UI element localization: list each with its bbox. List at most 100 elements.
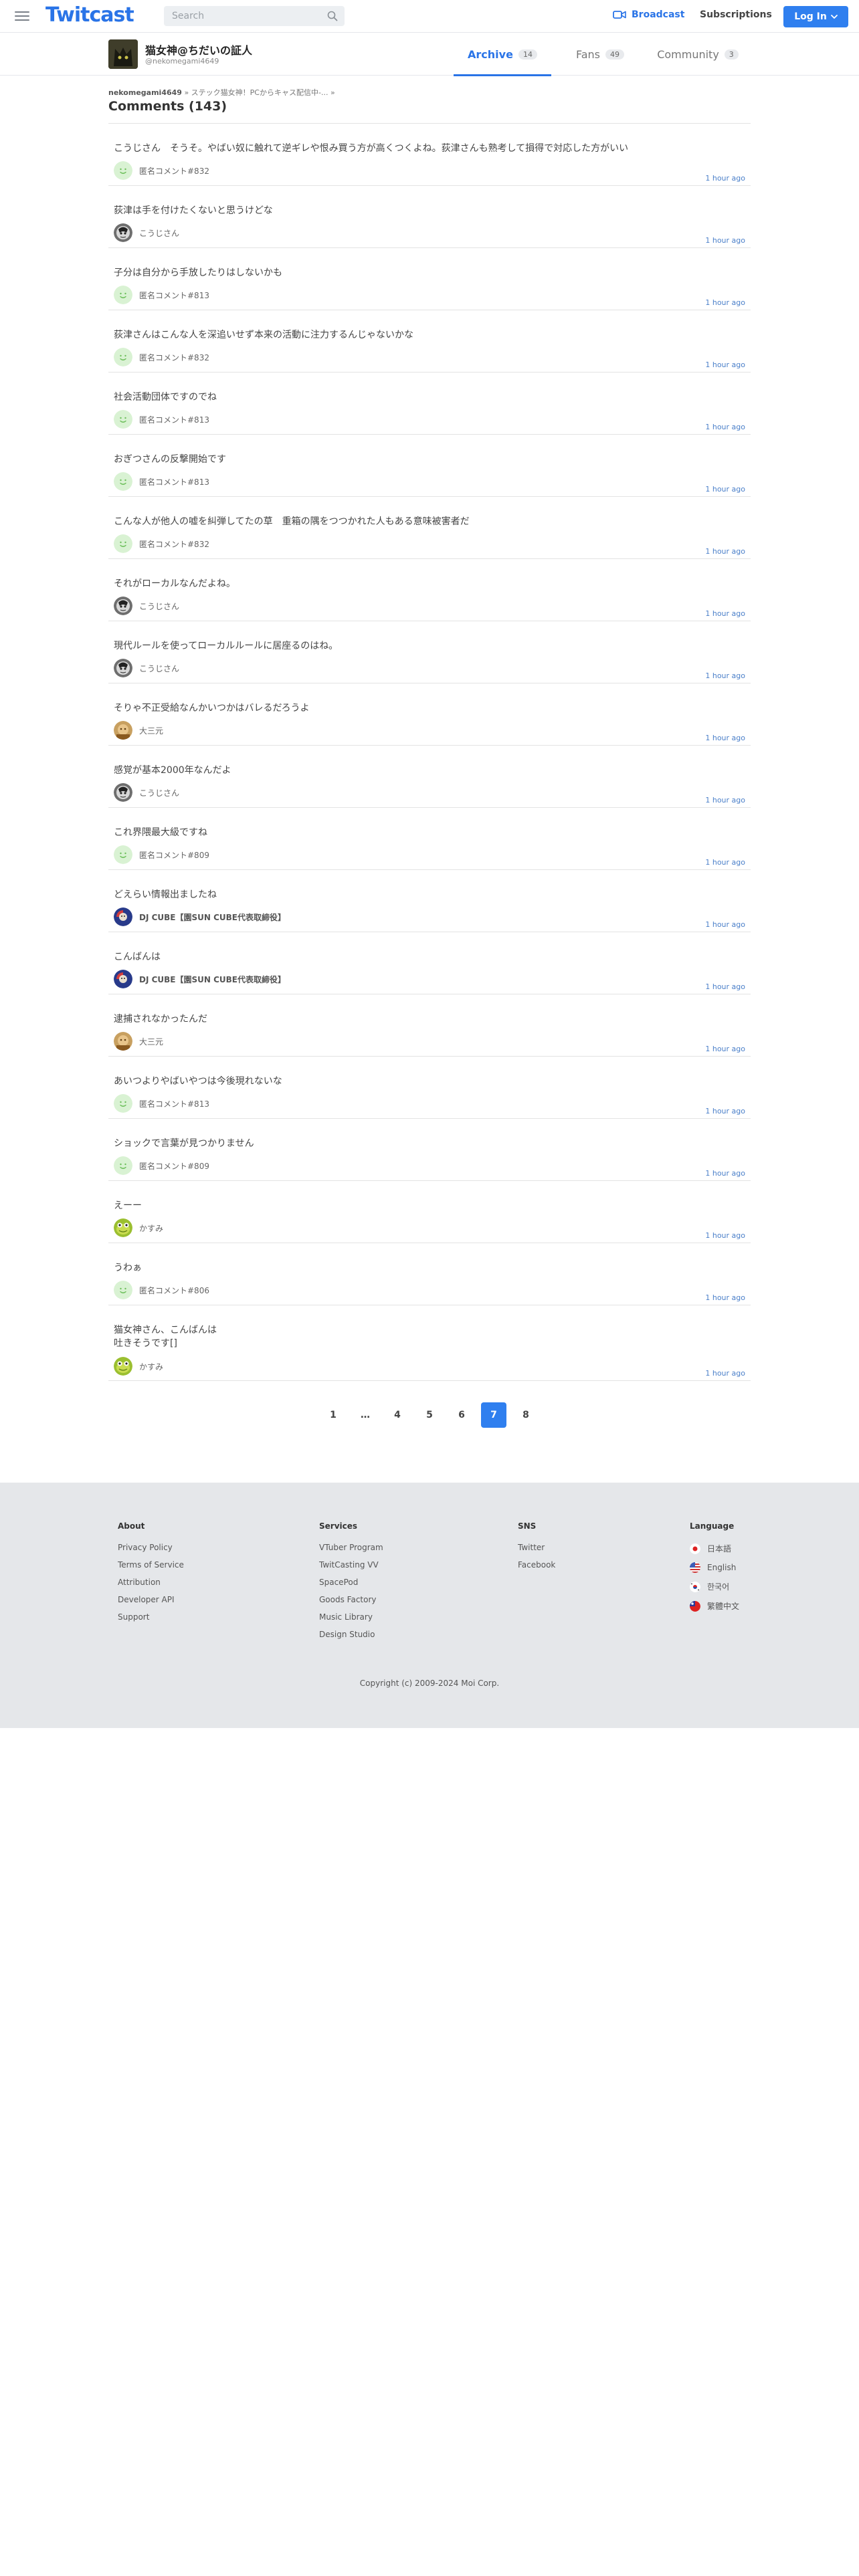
comment-author-name[interactable]: 匿名コメント#809	[139, 1160, 209, 1172]
comment-author-name[interactable]: DJ CUBE【園SUN CUBE代表取締役】	[139, 911, 286, 923]
language-option-kr[interactable]: 한국어	[690, 1581, 739, 1592]
footer-link[interactable]: Privacy Policy	[118, 1543, 184, 1552]
comment-author-name[interactable]: 匿名コメント#806	[139, 1285, 209, 1296]
footer-link[interactable]: Music Library	[319, 1612, 383, 1622]
footer-link[interactable]: Facebook	[518, 1560, 555, 1570]
comment-timestamp[interactable]: 1 hour ago	[705, 174, 745, 183]
comment-avatar[interactable]	[114, 1156, 132, 1175]
comment-author[interactable]: こうじさん	[114, 659, 179, 677]
comment-avatar[interactable]	[114, 783, 132, 802]
pagination-page[interactable]: 8	[513, 1402, 539, 1428]
comment-author-name[interactable]: こうじさん	[139, 663, 179, 674]
footer-link[interactable]: VTuber Program	[319, 1543, 383, 1552]
comment-avatar[interactable]	[114, 1032, 132, 1051]
comment-avatar[interactable]	[114, 472, 132, 491]
comment-avatar[interactable]	[114, 348, 132, 366]
profile-name[interactable]: 猫女神@ちだいの証人	[145, 41, 252, 58]
comment-author[interactable]: 匿名コメント#809	[114, 1156, 209, 1175]
comment-author[interactable]: こうじさん	[114, 223, 179, 242]
comment-author-name[interactable]: かすみ	[139, 1222, 163, 1234]
comment-author-name[interactable]: こうじさん	[139, 227, 179, 239]
tab-community[interactable]: Community 3	[649, 33, 747, 76]
comment-avatar[interactable]	[114, 1094, 132, 1113]
comment-timestamp[interactable]: 1 hour ago	[705, 423, 745, 431]
comment-timestamp[interactable]: 1 hour ago	[705, 1169, 745, 1178]
footer-link[interactable]: Attribution	[118, 1578, 184, 1587]
comment-author[interactable]: 匿名コメント#813	[114, 410, 209, 429]
footer-link[interactable]: Goods Factory	[319, 1595, 383, 1604]
comment-author[interactable]: 匿名コメント#813	[114, 1094, 209, 1113]
comment-author[interactable]: 大三元	[114, 1032, 163, 1051]
comment-author[interactable]: DJ CUBE【園SUN CUBE代表取締役】	[114, 970, 286, 988]
comment-author[interactable]: かすみ	[114, 1357, 163, 1376]
language-option-tw[interactable]: 繁體中文	[690, 1600, 739, 1612]
comment-avatar[interactable]	[114, 534, 132, 553]
comment-author[interactable]: 匿名コメント#832	[114, 161, 209, 180]
comment-timestamp[interactable]: 1 hour ago	[705, 671, 745, 680]
language-option-us[interactable]: English	[690, 1562, 739, 1573]
comment-avatar[interactable]	[114, 223, 132, 242]
comment-avatar[interactable]	[114, 721, 132, 740]
comment-avatar[interactable]	[114, 970, 132, 988]
comment-timestamp[interactable]: 1 hour ago	[705, 609, 745, 618]
comment-timestamp[interactable]: 1 hour ago	[705, 1369, 745, 1378]
comment-author[interactable]: こうじさん	[114, 783, 179, 802]
broadcast-button[interactable]: Broadcast	[613, 9, 684, 20]
comment-timestamp[interactable]: 1 hour ago	[705, 920, 745, 929]
comment-author-name[interactable]: 大三元	[139, 1036, 163, 1047]
comment-avatar[interactable]	[114, 845, 132, 864]
comment-timestamp[interactable]: 1 hour ago	[705, 734, 745, 742]
comment-author-name[interactable]: 大三元	[139, 725, 163, 736]
comment-author[interactable]: 大三元	[114, 721, 163, 740]
pagination-page[interactable]: 4	[385, 1402, 410, 1428]
footer-link[interactable]: SpacePod	[319, 1578, 383, 1587]
footer-link[interactable]: TwitCasting VV	[319, 1560, 383, 1570]
pagination-current-page[interactable]: 7	[481, 1402, 506, 1428]
tab-fans[interactable]: Fans 49	[551, 33, 649, 76]
comment-avatar[interactable]	[114, 1218, 132, 1237]
comment-avatar[interactable]	[114, 161, 132, 180]
comment-author[interactable]: こうじさん	[114, 597, 179, 615]
comment-timestamp[interactable]: 1 hour ago	[705, 485, 745, 494]
login-button[interactable]: Log In	[783, 6, 848, 27]
comment-avatar[interactable]	[114, 597, 132, 615]
language-option-jp[interactable]: 日本語	[690, 1543, 739, 1554]
tab-archive[interactable]: Archive 14	[454, 33, 551, 76]
comment-timestamp[interactable]: 1 hour ago	[705, 236, 745, 245]
hamburger-menu-icon[interactable]	[13, 9, 31, 23]
comment-avatar[interactable]	[114, 659, 132, 677]
comment-author-name[interactable]: 匿名コメント#809	[139, 849, 209, 861]
pagination-page[interactable]: 1	[320, 1402, 346, 1428]
comment-author[interactable]: 匿名コメント#832	[114, 534, 209, 553]
comment-author-name[interactable]: 匿名コメント#832	[139, 538, 209, 550]
comment-timestamp[interactable]: 1 hour ago	[705, 1107, 745, 1115]
comment-author-name[interactable]: かすみ	[139, 1361, 163, 1372]
profile-avatar[interactable]	[108, 39, 138, 69]
comment-author-name[interactable]: 匿名コメント#832	[139, 352, 209, 363]
footer-link[interactable]: Twitter	[518, 1543, 555, 1552]
breadcrumb-user[interactable]: nekomegami4649	[108, 88, 182, 97]
comment-author-name[interactable]: 匿名コメント#813	[139, 476, 209, 488]
comment-author-name[interactable]: 匿名コメント#813	[139, 290, 209, 301]
pagination-page[interactable]: 5	[417, 1402, 442, 1428]
comment-author-name[interactable]: こうじさん	[139, 601, 179, 612]
footer-link[interactable]: Support	[118, 1612, 184, 1622]
comment-timestamp[interactable]: 1 hour ago	[705, 360, 745, 369]
comment-author[interactable]: 匿名コメント#806	[114, 1281, 209, 1299]
comment-author-name[interactable]: 匿名コメント#813	[139, 1098, 209, 1109]
comment-timestamp[interactable]: 1 hour ago	[705, 1045, 745, 1053]
comment-author-name[interactable]: DJ CUBE【園SUN CUBE代表取締役】	[139, 974, 286, 985]
footer-link[interactable]: Terms of Service	[118, 1560, 184, 1570]
search-icon[interactable]	[327, 11, 338, 21]
comment-author-name[interactable]: こうじさん	[139, 787, 179, 798]
comment-timestamp[interactable]: 1 hour ago	[705, 547, 745, 556]
breadcrumb-movie-title[interactable]: ステック猫女神！PCからキャス配信中-...	[191, 88, 328, 97]
comment-timestamp[interactable]: 1 hour ago	[705, 982, 745, 991]
comment-avatar[interactable]	[114, 1281, 132, 1299]
footer-link[interactable]: Developer API	[118, 1595, 184, 1604]
comment-author[interactable]: 匿名コメント#832	[114, 348, 209, 366]
comment-author[interactable]: 匿名コメント#813	[114, 472, 209, 491]
comment-author-name[interactable]: 匿名コメント#813	[139, 414, 209, 425]
twitcast-logo[interactable]: Twitcast	[45, 3, 134, 27]
comment-author[interactable]: かすみ	[114, 1218, 163, 1237]
